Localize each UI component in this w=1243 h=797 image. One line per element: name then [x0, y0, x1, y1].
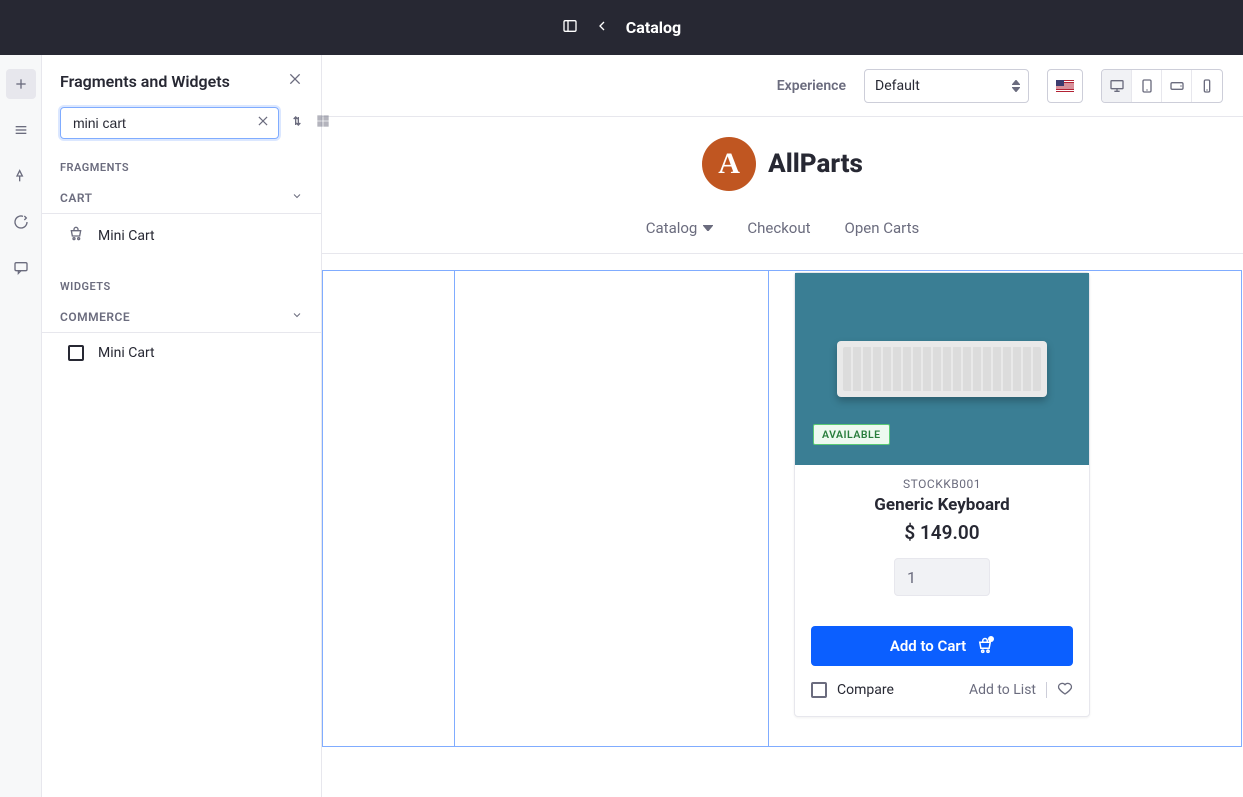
device-switcher: [1101, 69, 1223, 103]
keyboard-illustration: [837, 341, 1047, 397]
widgets-section-label: WIDGETS: [42, 258, 321, 301]
chevron-down-icon: [291, 309, 303, 324]
compare-checkbox[interactable]: Compare: [811, 682, 894, 698]
search-input-wrap: [60, 107, 279, 139]
add-to-list-link[interactable]: Add to List: [969, 682, 1036, 698]
back-icon[interactable]: [594, 18, 610, 38]
rail-add[interactable]: [6, 69, 36, 99]
experience-label: Experience: [777, 78, 846, 94]
add-to-cart-label: Add to Cart: [890, 637, 966, 655]
panel-toggle-icon[interactable]: [562, 18, 578, 38]
product-image: AVAILABLE: [795, 273, 1089, 465]
sort-icon[interactable]: [289, 113, 305, 133]
widget-mini-cart[interactable]: Mini Cart: [42, 333, 321, 373]
page-title: Catalog: [626, 18, 681, 37]
group-commerce-label: COMMERCE: [60, 310, 130, 324]
locale-button[interactable]: [1047, 69, 1083, 103]
site-header: A AllParts Catalog Checkout Open Carts: [322, 117, 1243, 254]
add-to-cart-button[interactable]: Add to Cart: [811, 626, 1073, 666]
experience-select[interactable]: Default: [864, 69, 1029, 103]
nav-open-carts-label: Open Carts: [845, 219, 920, 237]
brand-logo: A: [702, 137, 756, 191]
clear-icon[interactable]: [256, 114, 270, 132]
cart-icon: [976, 637, 994, 655]
rail-browser[interactable]: [6, 115, 36, 145]
quantity-stepper[interactable]: 1: [894, 558, 990, 596]
nav-open-carts[interactable]: Open Carts: [845, 219, 920, 237]
layout-col-divider: [768, 270, 769, 747]
device-desktop[interactable]: [1102, 70, 1132, 102]
site-nav: Catalog Checkout Open Carts: [322, 191, 1243, 254]
admin-topbar: Catalog: [0, 0, 1243, 55]
device-tablet[interactable]: [1132, 70, 1162, 102]
panel-title: Fragments and Widgets: [60, 72, 230, 91]
tool-rail: [0, 55, 42, 797]
product-title: Generic Keyboard: [811, 495, 1073, 515]
nav-catalog[interactable]: Catalog: [646, 219, 714, 237]
flag-us-icon: [1056, 80, 1074, 92]
availability-badge: AVAILABLE: [813, 424, 890, 445]
fragments-section-label: FRAGMENTS: [42, 151, 321, 182]
fragment-mini-cart[interactable]: Mini Cart: [42, 214, 321, 258]
nav-catalog-label: Catalog: [646, 219, 698, 237]
close-icon[interactable]: [287, 71, 303, 91]
quantity-value: 1: [907, 568, 916, 587]
compare-label: Compare: [837, 682, 894, 698]
layout-outline[interactable]: [322, 270, 1242, 747]
group-cart-label: CART: [60, 191, 92, 205]
page-canvas: A AllParts Catalog Checkout Open Carts: [322, 117, 1243, 797]
experience-value: Default: [875, 78, 920, 94]
divider: [1046, 682, 1047, 698]
chevron-down-icon: [291, 190, 303, 205]
fragments-panel: Fragments and Widgets FRAGMENTS CART: [42, 55, 322, 797]
group-commerce[interactable]: COMMERCE: [42, 301, 321, 333]
rail-mapping[interactable]: [6, 207, 36, 237]
experience-toolbar: Experience Default: [322, 55, 1243, 117]
heart-icon[interactable]: [1057, 680, 1073, 700]
nav-checkout[interactable]: Checkout: [747, 219, 810, 237]
cart-icon: [68, 226, 84, 246]
select-caret-icon: [1012, 80, 1020, 92]
search-input[interactable]: [71, 114, 256, 132]
product-card: AVAILABLE STOCKKB001 Generic Keyboard $ …: [794, 272, 1090, 717]
product-sku: STOCKKB001: [811, 477, 1073, 491]
product-price: $ 149.00: [811, 521, 1073, 544]
brand-name: AllParts: [768, 149, 863, 179]
rail-comments[interactable]: [6, 253, 36, 283]
fragment-mini-cart-label: Mini Cart: [98, 228, 155, 244]
layout-col-divider: [454, 270, 455, 747]
device-landscape[interactable]: [1162, 70, 1192, 102]
rail-design[interactable]: [6, 161, 36, 191]
nav-checkout-label: Checkout: [747, 219, 810, 237]
widget-icon: [68, 345, 84, 361]
device-mobile[interactable]: [1192, 70, 1222, 102]
group-cart[interactable]: CART: [42, 182, 321, 214]
widget-mini-cart-label: Mini Cart: [98, 345, 155, 361]
checkbox-icon: [811, 682, 827, 698]
